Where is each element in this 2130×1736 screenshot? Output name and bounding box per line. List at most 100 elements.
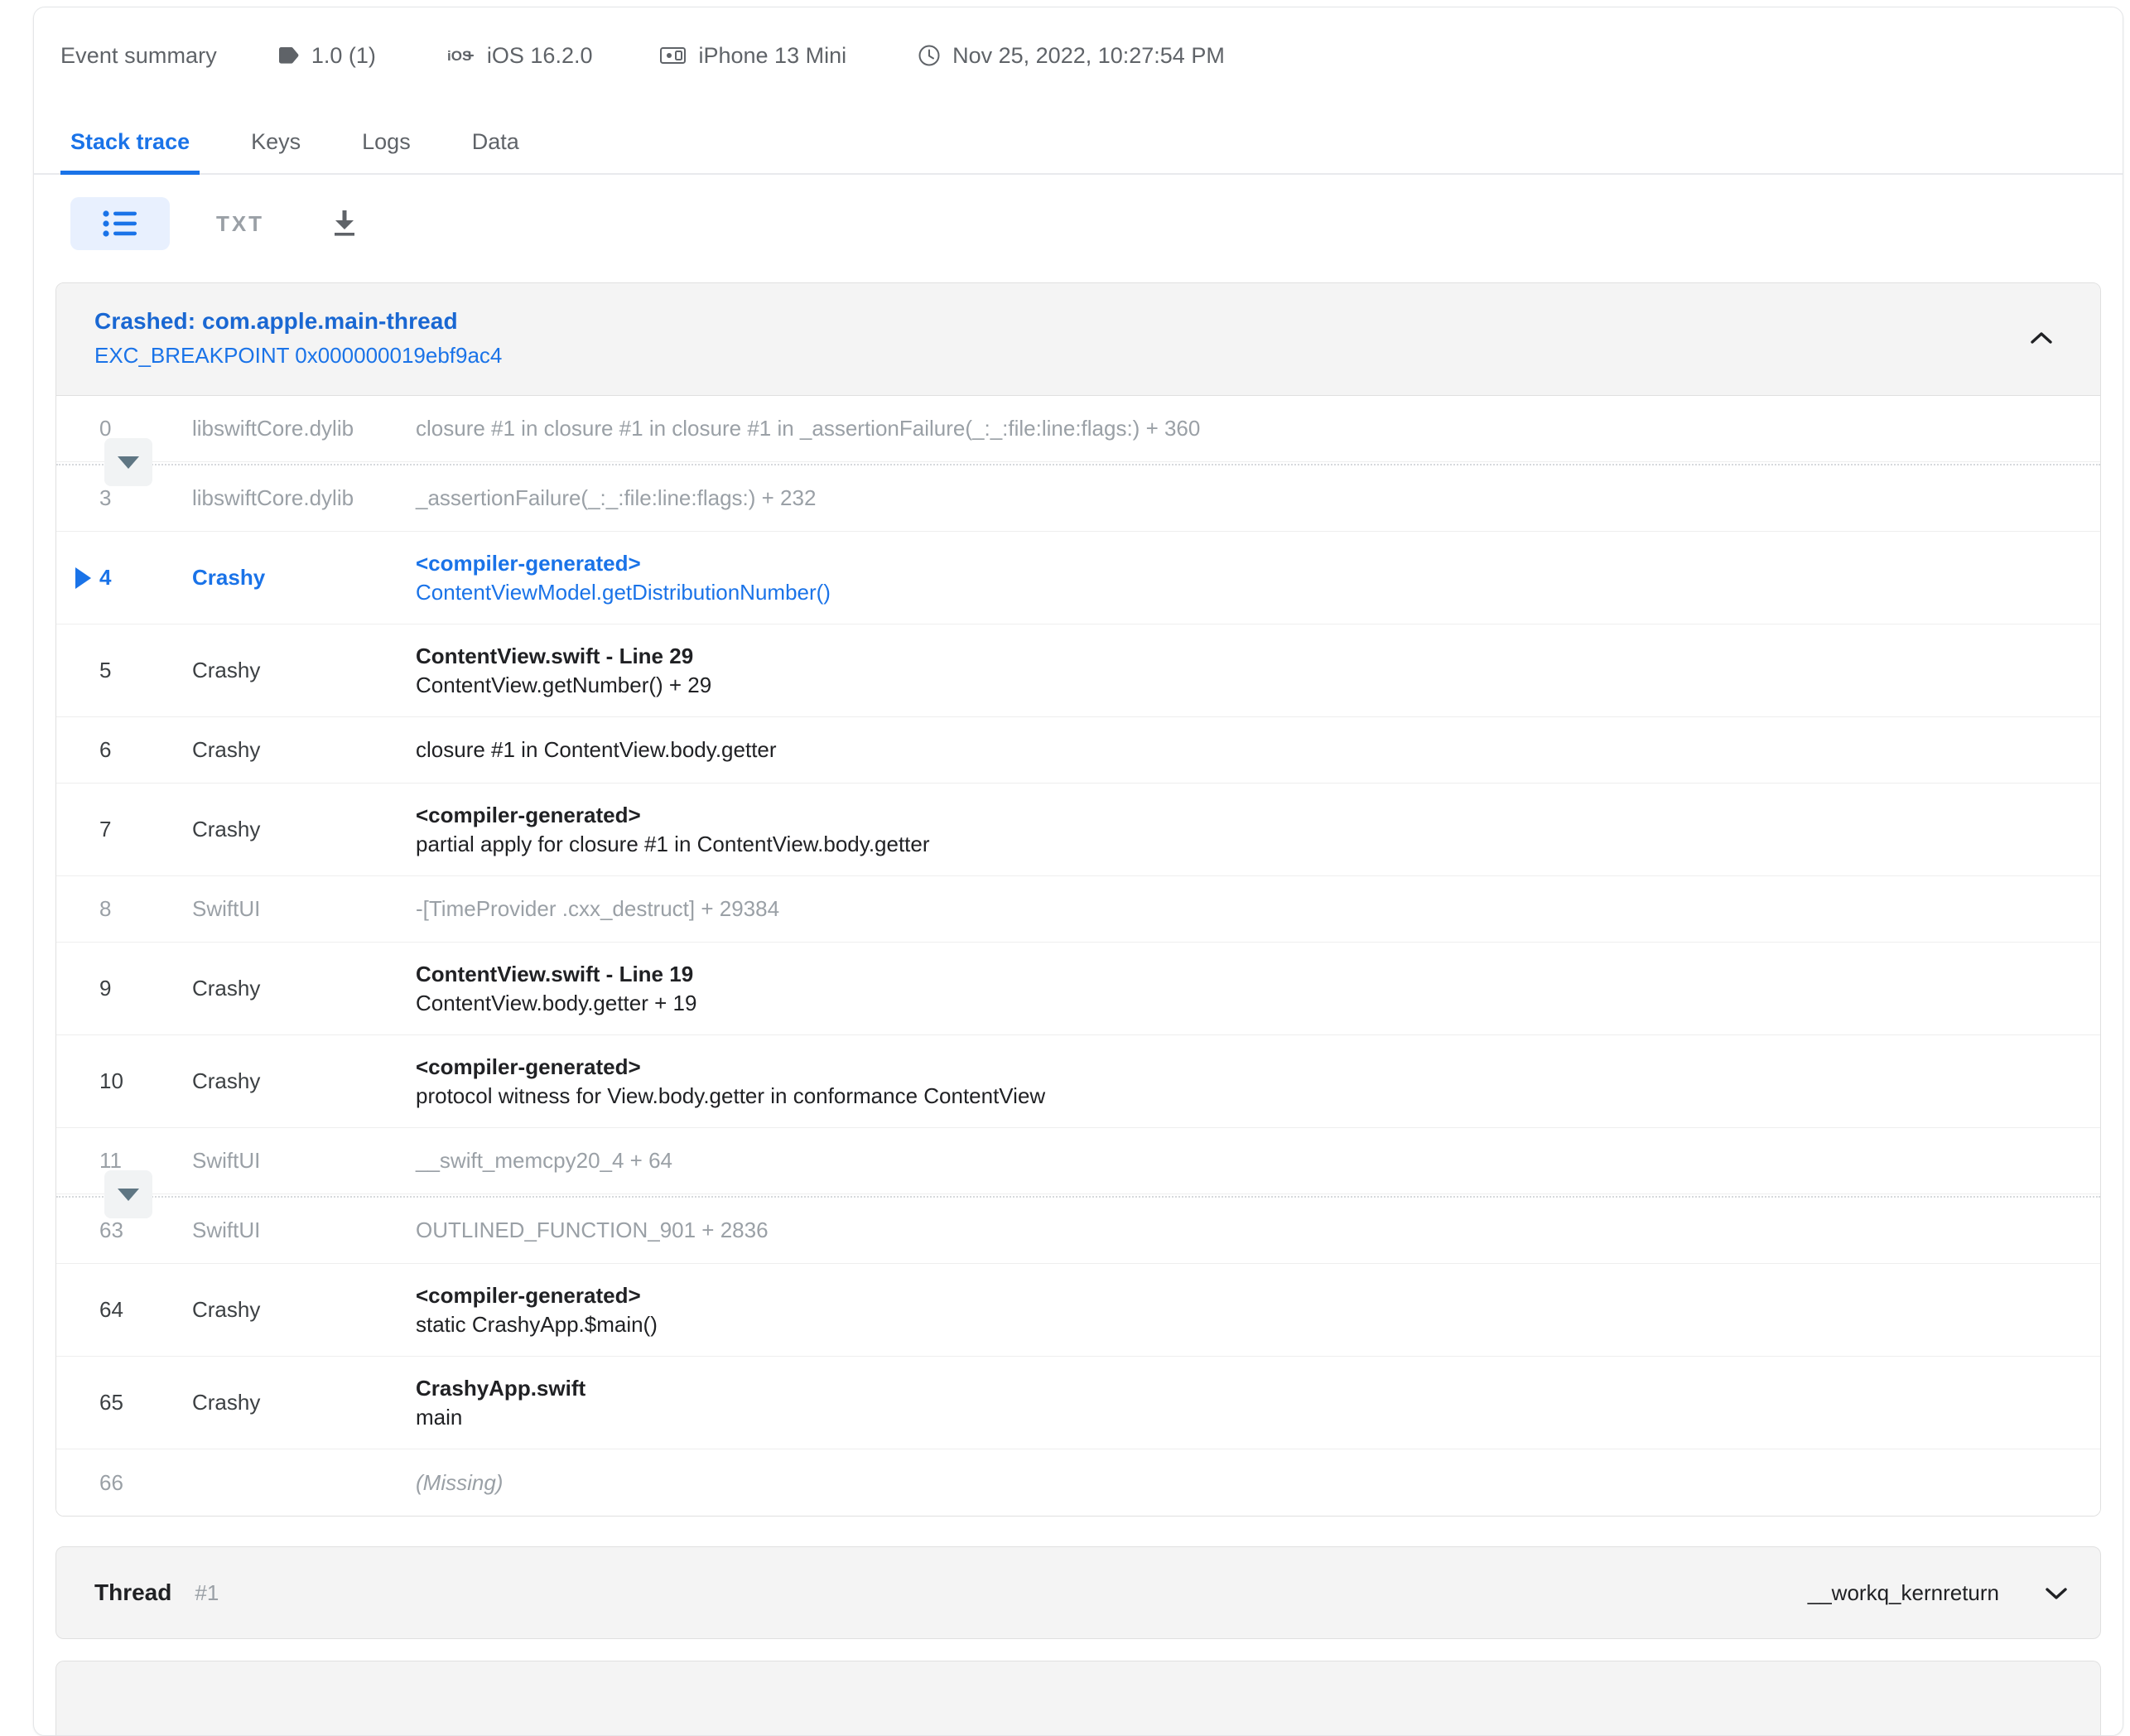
frame-library: Crashy: [192, 1297, 416, 1323]
list-view-button[interactable]: [70, 197, 170, 250]
stack-trace-toolbar: TXT: [34, 175, 2123, 272]
frame-library: Crashy: [192, 737, 416, 763]
frame-index: 8: [99, 896, 192, 922]
stack-frame-list: 0 libswiftCore.dylib closure #1 in closu…: [56, 396, 2100, 1516]
app-version-label: 1.0 (1): [311, 43, 376, 69]
list-view-icon: [103, 210, 137, 238]
frame-symbol: closure #1 in closure #1 in closure #1 i…: [416, 414, 2100, 442]
page-title: Event summary: [60, 43, 217, 69]
collapse-crashed-thread-button[interactable]: [2012, 310, 2070, 368]
exception-label: EXC_BREAKPOINT 0x000000019ebf9ac4: [94, 343, 502, 369]
crashed-thread-header[interactable]: Crashed: com.apple.main-thread EXC_BREAK…: [56, 283, 2100, 396]
frame-symbol-primary: CrashyApp.swift: [416, 1374, 2100, 1402]
download-button[interactable]: [307, 197, 382, 250]
thread-top-function: __workq_kernreturn: [1808, 1580, 1999, 1606]
frame-symbol-secondary: main: [416, 1403, 2100, 1431]
table-row[interactable]: 4 Crashy <compiler-generated> ContentVie…: [56, 532, 2100, 624]
timestamp-label: Nov 25, 2022, 10:27:54 PM: [952, 43, 1225, 69]
frame-library: libswiftCore.dylib: [192, 485, 416, 511]
frame-index: 5: [99, 658, 192, 683]
tab-logs[interactable]: Logs: [352, 129, 421, 173]
thread-label: Thread: [94, 1579, 171, 1606]
frame-library: Crashy: [192, 817, 416, 842]
table-row[interactable]: 64 Crashy <compiler-generated> static Cr…: [56, 1264, 2100, 1357]
table-row[interactable]: 9 Crashy ContentView.swift - Line 19 Con…: [56, 943, 2100, 1035]
frame-index: 10: [99, 1068, 192, 1094]
frame-index: 9: [99, 976, 192, 1001]
frame-index: 63: [99, 1218, 192, 1243]
txt-view-button[interactable]: TXT: [195, 197, 286, 250]
frame-library: Crashy: [192, 658, 416, 683]
tag-icon: [278, 46, 300, 65]
frame-symbol-secondary: static CrashyApp.$main(): [416, 1310, 2100, 1338]
frame-symbol-text: __swift_memcpy20_4 + 64: [416, 1146, 2100, 1174]
tab-keys[interactable]: Keys: [241, 129, 311, 173]
crashed-thread-card: Crashed: com.apple.main-thread EXC_BREAK…: [55, 282, 2101, 1517]
table-row[interactable]: 0 libswiftCore.dylib closure #1 in closu…: [56, 396, 2100, 462]
table-row[interactable]: 65 Crashy CrashyApp.swift main: [56, 1357, 2100, 1449]
thread-number: #1: [195, 1580, 219, 1606]
frame-symbol-primary: <compiler-generated>: [416, 549, 2100, 577]
frame-symbol-text: _assertionFailure(_:_:file:line:flags:) …: [416, 484, 2100, 512]
table-row[interactable]: 3 libswiftCore.dylib _assertionFailure(_…: [56, 465, 2100, 532]
frame-library: Crashy: [192, 1390, 416, 1415]
frame-library: Crashy: [192, 565, 416, 591]
crash-report-page: Event summary 1.0 (1) iOS iOS 16.2.0: [0, 0, 2130, 1652]
tab-data[interactable]: Data: [462, 129, 529, 173]
chevron-up-icon: [2027, 325, 2055, 353]
frame-library: SwiftUI: [192, 1218, 416, 1243]
play-triangle-icon: [75, 567, 91, 589]
frame-symbol-secondary: partial apply for closure #1 in ContentV…: [416, 830, 2100, 858]
frame-index: 66: [99, 1470, 192, 1496]
table-row[interactable]: 5 Crashy ContentView.swift - Line 29 Con…: [56, 624, 2100, 717]
frame-library: libswiftCore.dylib: [192, 416, 416, 441]
frame-symbol: <compiler-generated> protocol witness fo…: [416, 1053, 2100, 1110]
tab-stack-trace[interactable]: Stack trace: [60, 129, 200, 173]
frame-symbol-text: OUTLINED_FUNCTION_901 + 2836: [416, 1216, 2100, 1244]
table-row[interactable]: 11 SwiftUI __swift_memcpy20_4 + 64: [56, 1128, 2100, 1194]
thread-row-next[interactable]: [55, 1661, 2101, 1735]
thread-row-1[interactable]: Thread #1 __workq_kernreturn: [55, 1546, 2101, 1639]
frame-symbol: ContentView.swift - Line 29 ContentView.…: [416, 642, 2100, 699]
app-version-chip: 1.0 (1): [278, 43, 376, 69]
frame-library: Crashy: [192, 1068, 416, 1094]
frame-library: SwiftUI: [192, 1148, 416, 1174]
frame-symbol-text: closure #1 in closure #1 in closure #1 i…: [416, 414, 2100, 442]
frame-symbol: ContentView.swift - Line 19 ContentView.…: [416, 960, 2100, 1017]
frame-symbol: <compiler-generated> partial apply for c…: [416, 801, 2100, 858]
frame-symbol-text: closure #1 in ContentView.body.getter: [416, 735, 2100, 764]
ios-icon: iOS: [447, 46, 475, 65]
frame-symbol: CrashyApp.swift main: [416, 1374, 2100, 1431]
frame-symbol: __swift_memcpy20_4 + 64: [416, 1146, 2100, 1174]
table-row[interactable]: 10 Crashy <compiler-generated> protocol …: [56, 1035, 2100, 1128]
frame-symbol: <compiler-generated> static CrashyApp.$m…: [416, 1281, 2100, 1338]
table-row[interactable]: 63 SwiftUI OUTLINED_FUNCTION_901 + 2836: [56, 1198, 2100, 1264]
table-row[interactable]: 8 SwiftUI -[TimeProvider .cxx_destruct] …: [56, 876, 2100, 943]
frame-symbol-secondary: ContentView.body.getter + 19: [416, 989, 2100, 1017]
frame-symbol-primary: ContentView.swift - Line 29: [416, 642, 2100, 670]
frame-symbol-secondary: ContentView.getNumber() + 29: [416, 671, 2100, 699]
os-label: iOS 16.2.0: [487, 43, 593, 69]
device-label: iPhone 13 Mini: [698, 43, 846, 69]
frame-symbol-text: (Missing): [416, 1468, 2100, 1497]
frame-marker: [56, 567, 99, 589]
frame-symbol-text: -[TimeProvider .cxx_destruct] + 29384: [416, 895, 2100, 923]
frame-symbol: -[TimeProvider .cxx_destruct] + 29384: [416, 895, 2100, 923]
table-row[interactable]: 7 Crashy <compiler-generated> partial ap…: [56, 784, 2100, 876]
frame-symbol-secondary: ContentViewModel.getDistributionNumber(): [416, 578, 2100, 606]
crashed-thread-title: Crashed: com.apple.main-thread: [94, 308, 502, 335]
chevron-down-icon[interactable]: [2042, 1579, 2070, 1607]
os-chip: iOS iOS 16.2.0: [447, 43, 593, 69]
frame-symbol: OUTLINED_FUNCTION_901 + 2836: [416, 1216, 2100, 1244]
frame-index: 7: [99, 817, 192, 842]
device-chip: iPhone 13 Mini: [660, 43, 846, 69]
frame-symbol-secondary: protocol witness for View.body.getter in…: [416, 1082, 2100, 1110]
frame-index: 4: [99, 565, 192, 591]
frame-library: Crashy: [192, 976, 416, 1001]
event-detail-panel: Event summary 1.0 (1) iOS iOS 16.2.0: [33, 7, 2123, 1736]
download-icon: [330, 209, 359, 239]
frame-library: SwiftUI: [192, 896, 416, 922]
table-row[interactable]: 6 Crashy closure #1 in ContentView.body.…: [56, 717, 2100, 784]
table-row[interactable]: 66 (Missing): [56, 1449, 2100, 1516]
frame-index: 65: [99, 1390, 192, 1415]
